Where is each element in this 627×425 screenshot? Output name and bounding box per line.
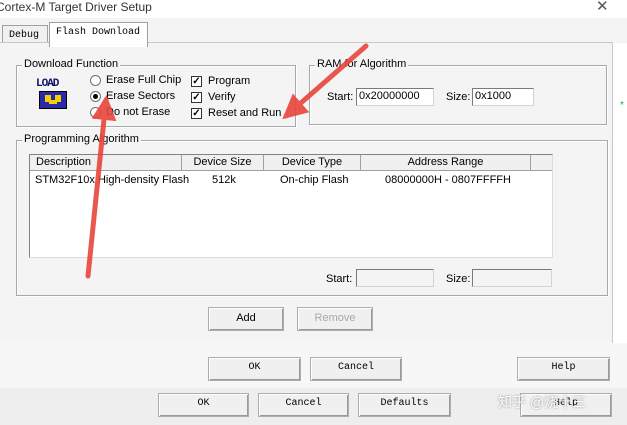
tab-flash-download[interactable]: Flash Download bbox=[49, 22, 148, 47]
annotation-arrows bbox=[85, 43, 369, 279]
arrow-to-erase-sectors bbox=[85, 95, 117, 279]
arrow-to-reset-and-run bbox=[282, 43, 369, 120]
